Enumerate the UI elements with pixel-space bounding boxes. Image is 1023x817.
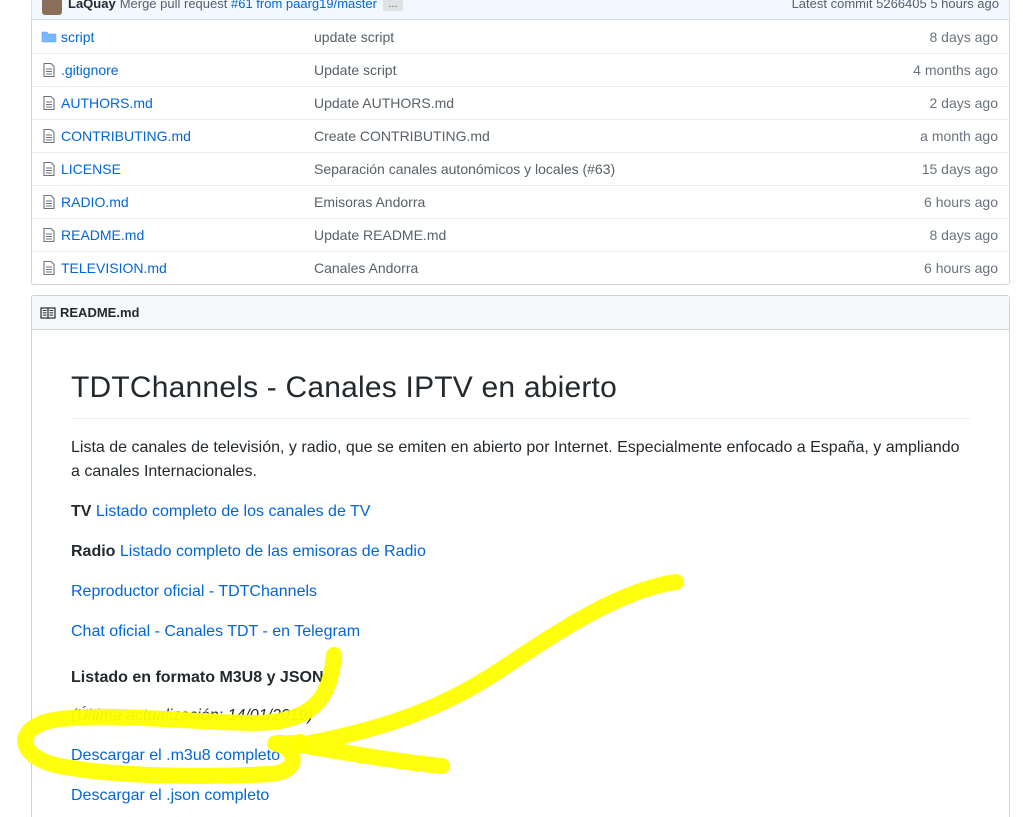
- file-commit-message[interactable]: Separación canales autonómicos y locales…: [314, 161, 922, 177]
- file-commit-age: a month ago: [920, 128, 998, 144]
- readme-intro: Lista de canales de televisión, y radio,…: [71, 439, 960, 480]
- tv-line: TV Listado completo de los canales de TV: [71, 500, 970, 524]
- file-row: TELEVISION.md Canales Andorra 6 hours ago: [32, 251, 1009, 284]
- readme-filename: README.md: [60, 305, 140, 320]
- file-name-link[interactable]: AUTHORS.md: [61, 95, 314, 111]
- readme-content: TDTChannels - Canales IPTV en abierto Li…: [71, 370, 970, 808]
- chat-line: Chat oficial - Canales TDT - en Telegram: [71, 620, 970, 644]
- radio-list-link[interactable]: Listado completo de las emisoras de Radi…: [120, 543, 426, 560]
- format-heading: Listado en formato M3U8 y JSON: [71, 669, 324, 686]
- readme-panel: README.md TDTChannels - Canales IPTV en …: [31, 295, 1010, 817]
- download-json-link[interactable]: Descargar el .json completo: [71, 787, 269, 804]
- file-commit-message[interactable]: Update AUTHORS.md: [314, 95, 930, 111]
- file-commit-age: 8 days ago: [929, 227, 999, 243]
- radio-line: Radio Listado completo de las emisoras d…: [71, 540, 970, 564]
- file-row: README.md Update README.md 8 days ago: [32, 218, 1009, 251]
- player-line: Reproductor oficial - TDTChannels: [71, 580, 970, 604]
- file-name-link[interactable]: CONTRIBUTING.md: [61, 128, 314, 144]
- book-icon: [40, 306, 56, 319]
- file-name-link[interactable]: RADIO.md: [61, 194, 314, 210]
- last-update-line: (Última actualización: 14/01/2019): [71, 704, 970, 728]
- file-icon: [43, 128, 55, 144]
- last-update-date: (Última actualización: 14/01/2019): [71, 707, 313, 724]
- file-commit-message[interactable]: Emisoras Andorra: [314, 194, 924, 210]
- file-name-link[interactable]: script: [61, 29, 314, 45]
- file-icon: [43, 95, 55, 111]
- file-commit-message[interactable]: Canales Andorra: [314, 260, 924, 276]
- file-name-link[interactable]: LICENSE: [61, 161, 314, 177]
- download-m3u8-link[interactable]: Descargar el .m3u8 completo: [71, 747, 280, 764]
- file-commit-age: 8 days ago: [929, 28, 999, 45]
- file-commit-message[interactable]: Update script: [314, 62, 913, 78]
- file-icon: [43, 260, 55, 276]
- file-row: .gitignore Update script 4 months ago: [32, 53, 1009, 86]
- avatar[interactable]: [42, 0, 62, 15]
- latest-commit-info[interactable]: Latest commit 5266405 5 hours ago: [792, 0, 999, 11]
- file-commit-message[interactable]: update script: [314, 29, 930, 45]
- tv-list-link[interactable]: Listado completo de los canales de TV: [96, 503, 371, 520]
- file-list: script update script 8 days ago .gitignore U…: [31, 20, 1010, 285]
- official-player-link[interactable]: Reproductor oficial - TDTChannels: [71, 583, 317, 600]
- file-icon: [43, 62, 55, 78]
- commit-author[interactable]: LaQuay: [68, 0, 116, 11]
- tv-label: TV: [71, 503, 92, 520]
- file-commit-age: 4 months ago: [913, 62, 998, 78]
- file-name-link[interactable]: TELEVISION.md: [61, 260, 314, 276]
- file-commit-message[interactable]: Update README.md: [314, 227, 930, 243]
- file-row: CONTRIBUTING.md Create CONTRIBUTING.md a m…: [32, 119, 1009, 152]
- telegram-chat-link[interactable]: Chat oficial - Canales TDT - en Telegram: [71, 623, 360, 640]
- file-row: AUTHORS.md Update AUTHORS.md 2 days ago: [32, 86, 1009, 119]
- file-commit-age: 15 days ago: [921, 161, 998, 177]
- file-icon: [43, 227, 55, 243]
- file-icon: [43, 161, 55, 177]
- commit-pr-link[interactable]: #61 from paarg19/master: [231, 0, 377, 11]
- m3u8-line: Descargar el .m3u8 completo: [71, 744, 970, 768]
- folder-icon: [41, 31, 57, 42]
- radio-label: Radio: [71, 543, 116, 560]
- commit-expand-button[interactable]: …: [382, 0, 403, 11]
- readme-header: README.md: [32, 296, 1009, 330]
- file-commit-age: 6 hours ago: [924, 194, 998, 210]
- json-line: Descargar el .json completo: [71, 784, 970, 808]
- file-name-link[interactable]: .gitignore: [61, 62, 314, 78]
- file-commit-age: 6 hours ago: [924, 260, 998, 276]
- file-row: LICENSE Separación canales autonómicos y …: [32, 152, 1009, 185]
- file-icon: [43, 194, 55, 210]
- file-name-link[interactable]: README.md: [61, 227, 314, 243]
- latest-commit-bar: LaQuay Merge pull request #61 from paarg…: [31, 0, 1010, 20]
- file-row: RADIO.md Emisoras Andorra 6 hours ago: [32, 185, 1009, 218]
- readme-title: TDTChannels - Canales IPTV en abierto: [71, 370, 970, 419]
- file-commit-message[interactable]: Create CONTRIBUTING.md: [314, 128, 920, 144]
- file-commit-age: 2 days ago: [929, 95, 999, 111]
- commit-message[interactable]: Merge pull request: [120, 0, 228, 11]
- file-row: script update script 8 days ago: [32, 20, 1009, 53]
